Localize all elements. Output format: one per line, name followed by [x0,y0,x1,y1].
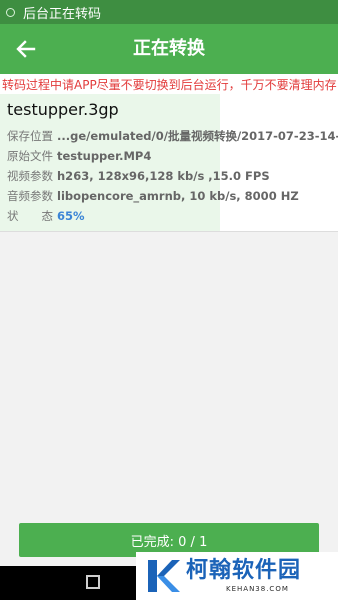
notification-text: 后台正在转码 [23,6,102,22]
recent-apps-icon[interactable] [86,575,100,589]
watermark-brand: 柯翰软件园 [186,558,302,583]
field-audio-params: 音频参数 libopencore_amrnb, 10 kb/s, 8000 HZ [7,186,338,206]
watermark: 柯翰软件园 KEHAN38.COM [136,552,338,600]
field-label: 状 态 [7,209,53,223]
conversion-item: testupper.3gp 保存位置 ...ge/emulated/0/批量视频… [0,94,338,232]
field-source-file: 原始文件 testupper.MP4 [7,146,338,166]
field-value: ...ge/emulated/0/批量视频转换/2017-07-23-14-11… [57,129,338,143]
page-title: 正在转换 [133,38,205,59]
warning-text: 转码过程中请APP尽量不要切换到后台运行，千万不要清理内存，如 [2,78,338,92]
warning-banner: 转码过程中请APP尽量不要切换到后台运行，千万不要清理内存，如 [0,74,338,94]
file-name: testupper.3gp [7,100,119,119]
kehan-logo-icon [148,560,180,592]
status-value: 65% [57,209,85,223]
field-label: 视频参数 [7,169,53,183]
field-value: libopencore_amrnb, 10 kb/s, 8000 HZ [57,189,299,203]
field-label: 音频参数 [7,189,53,203]
field-label: 保存位置 [7,129,53,143]
notification-icon [6,7,15,17]
field-video-params: 视频参数 h263, 128x96,128 kb/s ,15.0 FPS [7,166,338,186]
watermark-url: KEHAN38.COM [226,585,289,593]
field-save-location: 保存位置 ...ge/emulated/0/批量视频转换/2017-07-23-… [7,126,338,146]
field-value: testupper.MP4 [57,149,152,163]
field-label: 原始文件 [7,149,53,163]
app-bar: 正在转换 [0,24,338,74]
field-status: 状 态 65% [7,206,338,226]
field-value: h263, 128x96,128 kb/s ,15.0 FPS [57,169,270,183]
status-bar: 后台正在转码 [0,0,338,24]
